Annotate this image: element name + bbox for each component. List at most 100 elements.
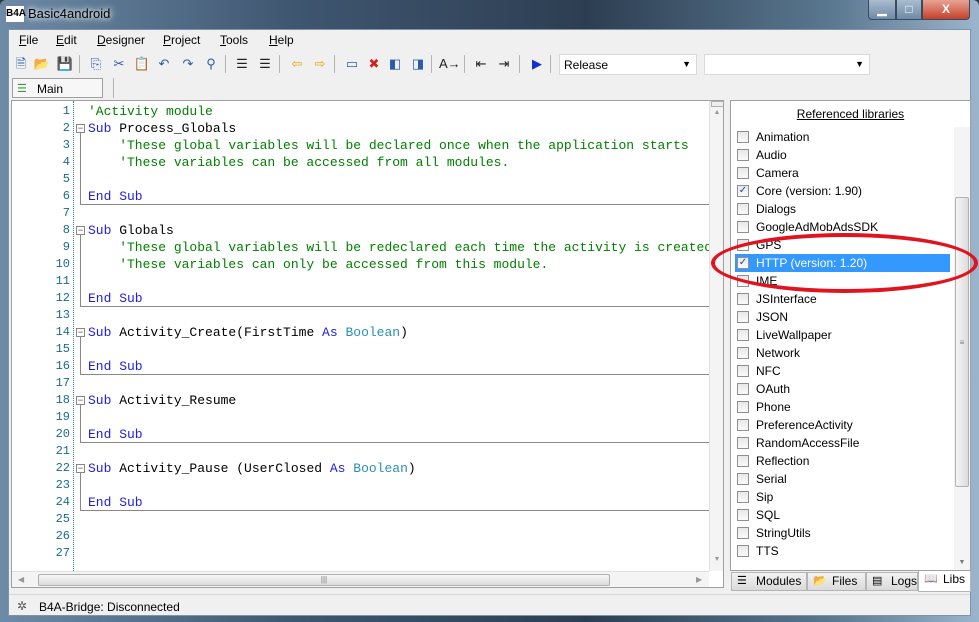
redo-icon[interactable]: ↷ [179,55,197,73]
tab-libs[interactable]: 📖 Libs [918,571,971,592]
paste-icon[interactable]: 📋 [133,55,151,73]
tab-files[interactable]: 📂 Files [807,572,866,591]
library-item[interactable]: GoogleAdMobAdsSDK [735,218,950,236]
previous-bookmark-icon[interactable]: ◧ [386,55,404,73]
library-checkbox[interactable] [737,401,749,413]
block-uncomment-icon[interactable]: ☰ [256,55,274,73]
library-checkbox[interactable] [737,203,749,215]
library-checkbox[interactable] [737,239,749,251]
fold-toggle-icon[interactable]: − [76,328,85,337]
library-item[interactable]: IME [735,272,950,290]
editor-vertical-scrollbar[interactable]: ▲ ▼ [709,101,723,571]
code-line[interactable]: 'These global variables will be declared… [88,137,689,154]
tab-logs[interactable]: ▤ Logs [866,572,918,591]
indent-icon[interactable]: ⇥ [495,55,513,73]
library-item[interactable]: Reflection [735,452,950,470]
library-checkbox[interactable] [737,509,749,521]
code-line[interactable]: 'These global variables will be redeclar… [88,239,712,256]
library-item[interactable]: RandomAccessFile [735,434,950,452]
code-line[interactable]: Sub Activity_Resume [88,392,236,409]
next-bookmark-icon[interactable]: ◨ [409,55,427,73]
library-checkbox[interactable] [737,149,749,161]
library-item[interactable]: StringUtils [735,524,950,542]
library-checkbox[interactable] [737,437,749,449]
scrollbar-thumb[interactable]: ||| [38,574,610,586]
fold-toggle-icon[interactable]: − [76,226,85,235]
save-icon[interactable]: 💾 [56,55,74,73]
library-checkbox[interactable] [737,545,749,557]
new-file-icon[interactable]: 🗎 [12,55,30,73]
library-item[interactable]: JSON [735,308,950,326]
code-line[interactable]: End Sub [88,358,143,375]
menu-help[interactable]: Help [269,33,294,47]
libraries-scrollbar[interactable]: ≡ ▼ [954,127,970,570]
scroll-right-icon[interactable]: ▶ [696,575,702,584]
copy-icon[interactable]: ⎘ [87,55,105,73]
library-item[interactable]: Animation [735,128,950,146]
library-checkbox[interactable] [737,131,749,143]
library-item[interactable]: Camera [735,164,950,182]
breakpoint-icon[interactable]: ▭ [343,55,361,73]
library-checkbox[interactable] [737,167,749,179]
fold-toggle-icon[interactable]: − [76,124,85,133]
build-config-dropdown[interactable]: Release ▼ [559,54,697,75]
library-checkbox[interactable]: ✓ [737,257,749,269]
library-checkbox[interactable] [737,311,749,323]
scroll-up-icon[interactable]: ▲ [710,109,723,116]
code-line[interactable]: End Sub [88,188,143,205]
scrollbar-thumb[interactable] [711,101,723,107]
code-editor[interactable]: 1 2 3 4 5 6 7 8 9 10 11 12 13 14 15 16 17 18 19 20 21 22 23 24 2… [11,100,724,588]
code-line[interactable]: Sub Globals [88,222,174,239]
library-item[interactable]: SQL [735,506,950,524]
open-folder-icon[interactable]: 📂 [33,55,51,73]
menu-tools[interactable]: Tools [220,33,248,47]
fold-toggle-icon[interactable]: − [76,464,85,473]
scroll-down-icon[interactable]: ▼ [710,556,723,563]
library-checkbox[interactable] [737,527,749,539]
maximize-button[interactable]: □ [896,0,922,20]
remove-breakpoints-icon[interactable]: ✖ [365,55,383,73]
library-item[interactable]: Audio [735,146,950,164]
cut-icon[interactable]: ✂ [110,55,128,73]
code-line[interactable]: Sub Process_Globals [88,120,236,137]
tab-main[interactable]: ☰ Main [12,78,103,98]
scroll-left-icon[interactable]: ◀ [18,575,24,584]
navigate-forward-icon[interactable]: ⇨ [311,55,329,73]
library-item[interactable]: OAuth [735,380,950,398]
library-checkbox[interactable] [737,293,749,305]
library-item[interactable]: Network [735,344,950,362]
library-checkbox[interactable] [737,365,749,377]
undo-icon[interactable]: ↶ [155,55,173,73]
library-item[interactable]: Serial [735,470,950,488]
code-line[interactable]: End Sub [88,494,143,511]
run-icon[interactable]: ▶ [528,55,546,73]
code-line[interactable]: 'Activity module [88,103,213,120]
library-item[interactable]: NFC [735,362,950,380]
library-item[interactable]: ✓ HTTP (version: 1.20) [735,254,950,272]
library-item[interactable]: Dialogs [735,200,950,218]
library-item[interactable]: ✓ Core (version: 1.90) [735,182,950,200]
editor-horizontal-scrollbar[interactable]: ◀ ||| ▶ [12,571,709,587]
library-checkbox[interactable] [737,347,749,359]
menu-designer[interactable]: Designer [97,33,145,47]
code-line[interactable]: Sub Activity_Create(FirstTime As Boolean… [88,324,408,341]
library-checkbox[interactable] [737,419,749,431]
find-icon[interactable]: ⚲ [202,55,220,73]
code-line[interactable]: 'These variables can only be accessed fr… [88,256,548,273]
library-item[interactable]: GPS [735,236,950,254]
menu-project[interactable]: Project [163,33,200,47]
minimize-button[interactable]: ▁ [868,0,896,20]
fold-toggle-icon[interactable]: − [76,396,85,405]
library-checkbox[interactable] [737,221,749,233]
device-dropdown[interactable]: ▼ [704,54,870,75]
library-checkbox[interactable] [737,275,749,287]
library-checkbox[interactable] [737,455,749,467]
library-checkbox[interactable] [737,383,749,395]
library-checkbox[interactable]: ✓ [737,185,749,197]
code-line[interactable]: 'These variables can be accessed from al… [88,154,509,171]
code-line[interactable]: End Sub [88,290,143,307]
outdent-icon[interactable]: ⇤ [472,55,490,73]
close-button[interactable]: X [922,0,970,20]
library-item[interactable]: LiveWallpaper [735,326,950,344]
navigate-back-icon[interactable]: ⇦ [288,55,306,73]
